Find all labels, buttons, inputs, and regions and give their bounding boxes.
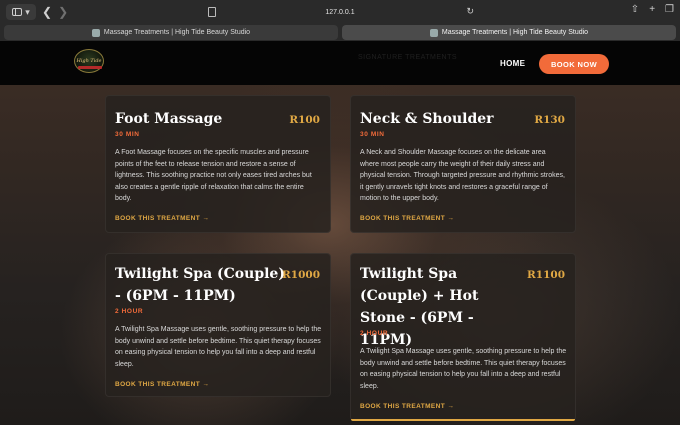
card-price: R1000 [282, 269, 320, 281]
chevron-down-icon: ▾ [25, 6, 30, 17]
treatment-card-neck-shoulder: Neck & Shoulder R130 30 MIN A Neck and S… [350, 95, 576, 233]
card-description: A Neck and Shoulder Massage focuses on t… [360, 149, 565, 202]
card-duration: 30 MIN [360, 131, 385, 138]
book-treatment-link[interactable]: BOOK THIS TREATMENT → [360, 215, 454, 222]
card-price: R1100 [527, 269, 565, 281]
tab-massage-treatments-2[interactable]: Massage Treatments | High Tide Beauty St… [342, 25, 676, 40]
sidebar-toggle-button[interactable]: ▾ [6, 4, 36, 20]
browser-nav-controls: ▾ ❮ ❯ [0, 4, 68, 20]
browser-toolbar: ▾ ❮ ❯ 127.0.0.1 ↻ ⇧ + ❐ [0, 0, 680, 24]
tab-massage-treatments-1[interactable]: Massage Treatments | High Tide Beauty St… [4, 25, 338, 40]
forward-button[interactable]: ❯ [58, 5, 68, 19]
card-title: Foot Massage [115, 111, 223, 127]
treatments-section: Foot Massage R100 30 MIN A Foot Massage … [0, 85, 680, 425]
address-bar[interactable]: 127.0.0.1 ↻ [198, 4, 482, 20]
card-price: R130 [534, 114, 565, 126]
section-ghost-heading: SIGNATURE TREATMENTS [358, 54, 458, 61]
site-logo[interactable]: High Tide [74, 49, 104, 73]
card-price: R100 [289, 114, 320, 126]
page-icon [208, 7, 216, 17]
site-header: High Tide SIGNATURE TREATMENTS HOME BOOK… [0, 41, 680, 85]
sidebar-icon [12, 8, 23, 16]
card-title: Twilight Spa (Couple) + Hot Stone - (6PM… [360, 266, 479, 348]
nav-home-link[interactable]: HOME [500, 59, 525, 68]
book-treatment-link[interactable]: BOOK THIS TREATMENT → [360, 403, 454, 410]
reload-icon[interactable]: ↻ [466, 6, 474, 17]
logo-ribbon [78, 66, 102, 69]
browser-actions: ⇧ + ❐ [631, 4, 674, 15]
book-treatment-link[interactable]: BOOK THIS TREATMENT → [115, 381, 209, 388]
favicon-icon [91, 28, 100, 37]
card-duration: 2 HOUR [115, 308, 144, 315]
card-title: Neck & Shoulder [360, 111, 494, 127]
card-duration: 30 MIN [115, 131, 140, 138]
favicon-icon [429, 28, 438, 37]
tab-title: Massage Treatments | High Tide Beauty St… [103, 29, 251, 36]
treatment-card-twilight-spa: Twilight Spa (Couple) - (6PM - 11PM) R10… [105, 253, 331, 397]
tab-bar: Massage Treatments | High Tide Beauty St… [0, 24, 680, 41]
back-button[interactable]: ❮ [42, 5, 52, 19]
book-treatment-link[interactable]: BOOK THIS TREATMENT → [115, 215, 209, 222]
address-url: 127.0.0.1 [325, 8, 355, 16]
tab-title: Massage Treatments | High Tide Beauty St… [441, 29, 589, 36]
card-description: A Twilight Spa Massage uses gentle, soot… [360, 348, 567, 390]
card-title: Twilight Spa (Couple) - (6PM - 11PM) [115, 266, 285, 304]
treatment-card-twilight-spa-hot-stone: Twilight Spa (Couple) + Hot Stone - (6PM… [350, 253, 576, 421]
card-duration: 2 HOUR [360, 330, 389, 337]
treatment-card-foot-massage: Foot Massage R100 30 MIN A Foot Massage … [105, 95, 331, 233]
logo-text: High Tide [76, 58, 102, 64]
new-tab-icon[interactable]: + [649, 4, 655, 15]
card-description: A Twilight Spa Massage uses gentle, soot… [115, 326, 322, 368]
book-now-button[interactable]: BOOK NOW [539, 54, 609, 74]
tab-overview-icon[interactable]: ❐ [665, 4, 674, 15]
card-hover-underline [351, 419, 575, 421]
card-description: A Foot Massage focuses on the specific m… [115, 149, 312, 202]
share-icon[interactable]: ⇧ [631, 4, 639, 15]
